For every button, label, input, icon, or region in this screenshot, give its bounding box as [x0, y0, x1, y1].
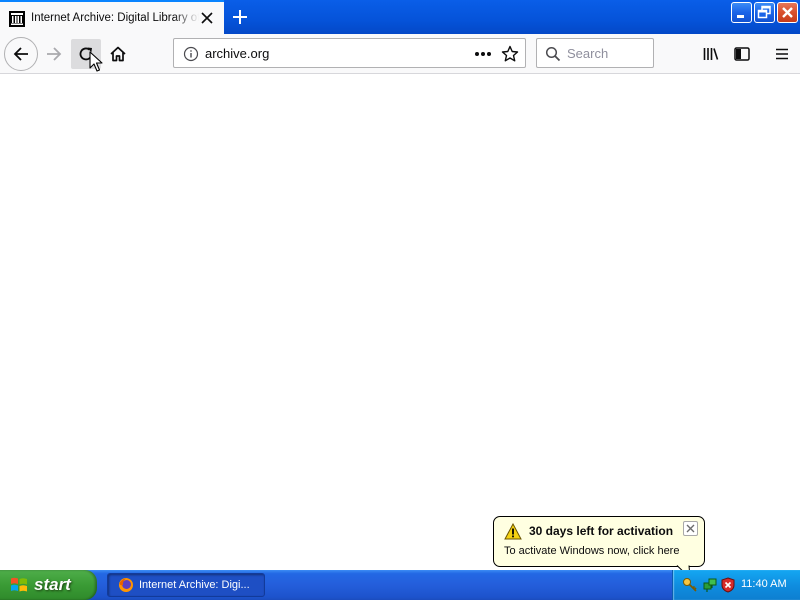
url-text[interactable]: archive.org	[205, 46, 269, 61]
browser-titlebar[interactable]: Internet Archive: Digital Library of Fre…	[0, 0, 800, 34]
plus-icon[interactable]	[230, 8, 250, 26]
hamburger-menu-button[interactable]	[770, 40, 794, 68]
windows-logo-icon	[11, 577, 27, 592]
taskbar-item-firefox[interactable]: Internet Archive: Digi...	[107, 573, 265, 597]
tab-title: Internet Archive: Digital Library of Fre…	[31, 12, 199, 24]
sidebar-icon	[734, 47, 750, 61]
reload-icon	[79, 47, 93, 61]
restore-button[interactable]	[754, 2, 775, 23]
activation-balloon[interactable]: 30 days left for activation To activate …	[493, 516, 705, 567]
url-bar[interactable]: archive.org	[173, 38, 526, 68]
balloon-close-button[interactable]	[683, 521, 698, 536]
system-tray: 11:40 AM	[672, 570, 800, 600]
library-button[interactable]	[699, 40, 723, 68]
close-icon[interactable]	[200, 11, 214, 25]
taskbar: start Internet Archive: Digi... 11:40 AM	[0, 570, 800, 600]
balloon-body-link[interactable]: To activate Windows now, click here	[504, 545, 679, 557]
minimize-button[interactable]	[731, 2, 752, 23]
tab-internet-archive[interactable]: Internet Archive: Digital Library of Fre…	[0, 0, 224, 34]
start-button[interactable]: start	[0, 570, 97, 600]
balloon-title: 30 days left for activation	[529, 524, 674, 538]
arrow-left-icon	[13, 47, 28, 61]
security-shield-icon[interactable]	[720, 577, 736, 593]
arrow-right-icon	[47, 47, 62, 61]
search-icon[interactable]	[545, 46, 561, 62]
back-button[interactable]	[4, 37, 38, 71]
search-bar[interactable]	[536, 38, 654, 68]
network-icon[interactable]	[702, 577, 718, 593]
info-icon[interactable]	[183, 46, 199, 62]
home-button[interactable]	[104, 40, 132, 68]
forward-button[interactable]	[40, 40, 68, 68]
ellipsis-icon[interactable]	[472, 47, 494, 61]
restore-icon	[757, 5, 771, 19]
close-icon	[686, 524, 695, 533]
activation-key-icon[interactable]	[682, 577, 698, 593]
search-input[interactable]	[567, 44, 649, 62]
warning-icon	[504, 523, 522, 540]
clock[interactable]: 11:40 AM	[741, 578, 787, 590]
firefox-icon	[119, 578, 133, 592]
home-icon	[110, 46, 126, 62]
archive-building-icon	[9, 10, 25, 27]
close-icon	[782, 7, 793, 18]
star-icon[interactable]	[501, 45, 519, 63]
navigation-toolbar: archive.org	[0, 34, 800, 74]
minimize-icon	[737, 15, 744, 18]
close-window-button[interactable]	[777, 2, 798, 23]
page-content-area[interactable]	[0, 75, 800, 570]
start-label: start	[34, 575, 71, 594]
hamburger-menu-icon	[776, 48, 788, 60]
reload-button[interactable]	[71, 39, 101, 69]
sidebar-toggle-button[interactable]	[730, 40, 754, 68]
taskbar-item-label: Internet Archive: Digi...	[139, 579, 250, 591]
library-icon	[703, 48, 719, 60]
